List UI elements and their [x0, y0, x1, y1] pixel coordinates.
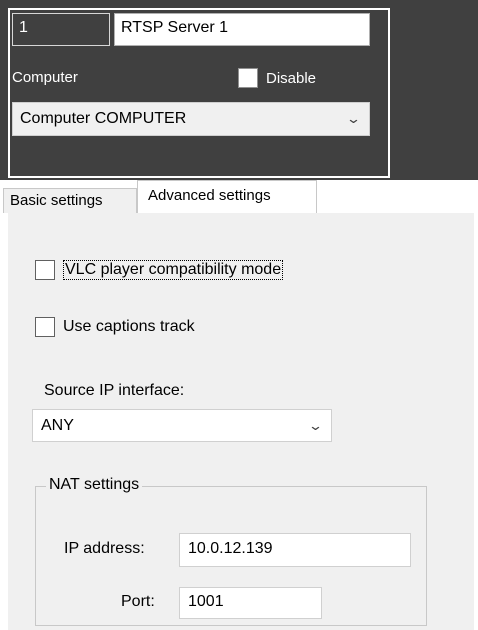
computer-select[interactable]: Computer COMPUTER ⌄ — [12, 102, 370, 136]
disable-label: Disable — [266, 69, 317, 87]
vlc-mode-label: VLC player compatibility mode — [63, 260, 284, 280]
disable-checkbox-row[interactable]: Disable — [238, 68, 316, 88]
computer-label: Computer — [12, 69, 78, 86]
nat-settings-legend: NAT settings — [46, 476, 143, 494]
advanced-settings-content: VLC player compatibility mode Use captio… — [0, 213, 478, 630]
port-label: Port: — [121, 593, 155, 610]
tab-basic-settings[interactable]: Basic settings — [3, 188, 137, 214]
ip-address-label: IP address: — [64, 540, 145, 557]
tab-advanced-settings[interactable]: Advanced settings — [137, 180, 317, 214]
object-header-panel: 1 RTSP Server 1 Computer Disable Compute… — [0, 0, 478, 180]
computer-select-value: Computer COMPUTER — [20, 110, 187, 127]
vlc-mode-checkbox[interactable] — [35, 260, 55, 280]
source-ip-select[interactable]: ANY ⌄ — [32, 409, 332, 442]
port-field[interactable]: 1001 — [179, 587, 322, 619]
source-ip-label: Source IP interface: — [44, 382, 185, 399]
captions-checkbox[interactable] — [35, 317, 55, 337]
source-ip-value: ANY — [41, 416, 74, 434]
captions-row[interactable]: Use captions track — [35, 317, 195, 337]
chevron-down-icon: ⌄ — [345, 111, 362, 126]
object-name-field[interactable]: RTSP Server 1 — [114, 13, 370, 46]
vlc-mode-row[interactable]: VLC player compatibility mode — [35, 260, 284, 280]
disable-checkbox[interactable] — [238, 68, 258, 88]
object-id-field[interactable]: 1 — [12, 13, 110, 46]
nat-settings-group: NAT settings IP address: 10.0.12.139 Por… — [35, 476, 427, 626]
ip-address-field[interactable]: 10.0.12.139 — [179, 533, 411, 567]
settings-tabs: Basic settings Advanced settings — [0, 180, 478, 214]
chevron-down-icon: ⌄ — [307, 417, 324, 433]
captions-label: Use captions track — [63, 318, 195, 335]
